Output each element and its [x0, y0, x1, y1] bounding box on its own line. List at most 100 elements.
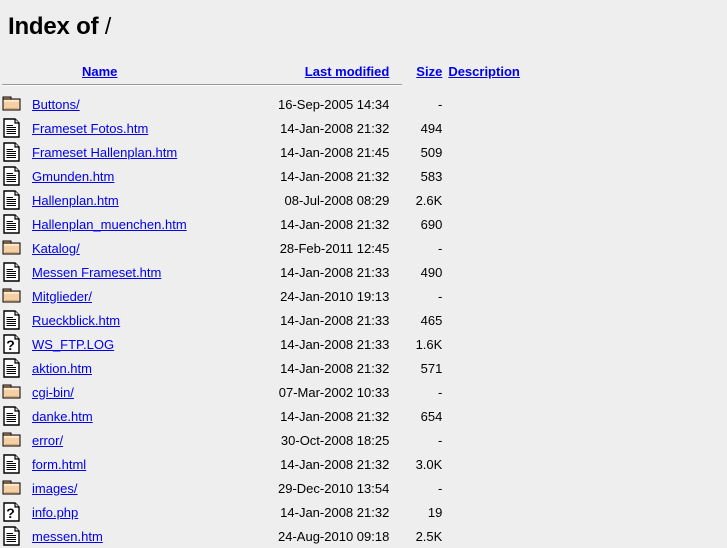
column-header-name: Name: [27, 41, 278, 79]
file-link[interactable]: danke.htm: [32, 409, 93, 424]
page-title-prefix: Index of: [8, 13, 99, 40]
row-name-cell: Buttons/: [27, 92, 278, 116]
row-last-modified-cell: 28-Feb-2011 12:45: [279, 240, 390, 256]
row-size-cell: 19: [427, 504, 443, 520]
file-link[interactable]: Buttons/: [32, 97, 80, 112]
row-size-cell: 1.6K: [415, 336, 443, 352]
row-description-cell: [442, 308, 520, 332]
file-link[interactable]: Rueckblick.htm: [32, 313, 120, 328]
row-size-cell: 583: [420, 168, 443, 184]
file-link[interactable]: Hallenplan_muenchen.htm: [32, 217, 187, 232]
file-link[interactable]: Hallenplan.htm: [32, 193, 119, 208]
horizontal-rule: [2, 84, 402, 86]
row-last-modified-cell: 30-Oct-2008 18:25: [280, 432, 390, 448]
row-description-cell: [442, 356, 520, 380]
sort-by-description-link[interactable]: Description: [448, 64, 520, 79]
table-row: ? info.php 14-Jan-2008 21:32 19: [0, 500, 520, 524]
row-last-modified-cell: 07-Mar-2002 10:33: [278, 384, 390, 400]
row-icon-cell: [0, 260, 27, 284]
row-icon-cell: ?: [0, 500, 27, 524]
row-last-modified-cell: 16-Sep-2005 14:34: [278, 96, 390, 112]
file-link[interactable]: Messen Frameset.htm: [32, 265, 161, 280]
row-size-cell: 2.6K: [415, 192, 443, 208]
file-link[interactable]: form.html: [32, 457, 86, 472]
row-last-modified-cell: 14-Jan-2008 21:45: [280, 144, 390, 160]
file-link[interactable]: aktion.htm: [32, 361, 92, 376]
row-description-cell: [442, 284, 520, 308]
file-link[interactable]: Gmunden.htm: [32, 169, 114, 184]
table-row: Katalog/28-Feb-2011 12:45 -: [0, 236, 520, 260]
file-link[interactable]: Mitglieder/: [32, 289, 92, 304]
row-icon-cell: [0, 212, 27, 236]
folder-icon: [2, 285, 22, 307]
folder-icon: [2, 93, 22, 115]
row-description-cell: [442, 524, 520, 548]
row-size-cell: 509: [420, 144, 443, 160]
row-name-cell: Frameset Fotos.htm: [27, 116, 278, 140]
row-name-cell: Katalog/: [27, 236, 278, 260]
directory-index-page: Index of / Name Last modified Size Descr…: [0, 0, 727, 548]
table-row: danke.htm 14-Jan-2008 21:32 654: [0, 404, 520, 428]
table-row: Messen Frameset.htm 14-Jan-2008 21:33 490: [0, 260, 520, 284]
column-header-description: Description: [442, 41, 520, 79]
file-link[interactable]: Katalog/: [32, 241, 80, 256]
header-separator-row: [0, 79, 520, 92]
row-description-cell: [442, 236, 520, 260]
row-icon-cell: [0, 404, 27, 428]
row-name-cell: messen.htm: [27, 524, 278, 548]
row-icon-cell: [0, 92, 27, 116]
file-link[interactable]: info.php: [32, 505, 78, 520]
row-size-cell: -: [437, 480, 443, 496]
row-last-modified-cell: 14-Jan-2008 21:32: [280, 168, 390, 184]
table-row: messen.htm 24-Aug-2010 09:18 2.5K: [0, 524, 520, 548]
sort-by-date-link[interactable]: Last modified: [305, 64, 390, 79]
row-name-cell: images/: [27, 476, 278, 500]
table-row: error/30-Oct-2008 18:25 -: [0, 428, 520, 452]
row-description-cell: [442, 428, 520, 452]
row-icon-cell: [0, 524, 27, 548]
directory-listing-table: Name Last modified Size Description Butt…: [0, 41, 520, 548]
row-last-modified-cell: 14-Jan-2008 21:32: [280, 408, 390, 424]
row-description-cell: [442, 476, 520, 500]
table-row: aktion.htm 14-Jan-2008 21:32 571: [0, 356, 520, 380]
column-header-icon: [0, 41, 27, 79]
file-link[interactable]: Frameset Fotos.htm: [32, 121, 148, 136]
document-icon: [2, 261, 22, 283]
row-name-cell: form.html: [27, 452, 278, 476]
row-icon-cell: [0, 452, 27, 476]
document-icon: [2, 405, 22, 427]
row-name-cell: Messen Frameset.htm: [27, 260, 278, 284]
row-name-cell: cgi-bin/: [27, 380, 278, 404]
row-last-modified-cell: 14-Jan-2008 21:32: [280, 360, 390, 376]
row-size-cell: 3.0K: [415, 456, 443, 472]
sort-by-size-link[interactable]: Size: [416, 64, 442, 79]
folder-icon: [2, 477, 22, 499]
document-icon: [2, 453, 22, 475]
document-icon: [2, 117, 22, 139]
file-link[interactable]: WS_FTP.LOG: [32, 337, 114, 352]
row-last-modified-cell: 14-Jan-2008 21:33: [280, 264, 390, 280]
page-title: Index of /: [0, 0, 727, 41]
row-description-cell: [442, 116, 520, 140]
row-name-cell: Hallenplan_muenchen.htm: [27, 212, 278, 236]
file-link[interactable]: cgi-bin/: [32, 385, 74, 400]
file-link[interactable]: Frameset Hallenplan.htm: [32, 145, 177, 160]
row-icon-cell: [0, 188, 27, 212]
svg-text:?: ?: [6, 337, 15, 353]
row-name-cell: aktion.htm: [27, 356, 278, 380]
row-description-cell: [442, 164, 520, 188]
table-header-row: Name Last modified Size Description: [0, 41, 520, 79]
row-icon-cell: [0, 356, 27, 380]
file-link[interactable]: messen.htm: [32, 529, 103, 544]
document-icon: [2, 189, 22, 211]
sort-by-name-link[interactable]: Name: [82, 64, 117, 79]
row-description-cell: [442, 260, 520, 284]
row-last-modified-cell: 14-Jan-2008 21:32: [280, 120, 390, 136]
file-link[interactable]: images/: [32, 481, 78, 496]
file-link[interactable]: error/: [32, 433, 63, 448]
row-size-cell: 490: [420, 264, 443, 280]
svg-text:?: ?: [6, 505, 15, 521]
table-row: form.html 14-Jan-2008 21:32 3.0K: [0, 452, 520, 476]
table-row: Mitglieder/24-Jan-2010 19:13 -: [0, 284, 520, 308]
folder-icon: [2, 429, 22, 451]
